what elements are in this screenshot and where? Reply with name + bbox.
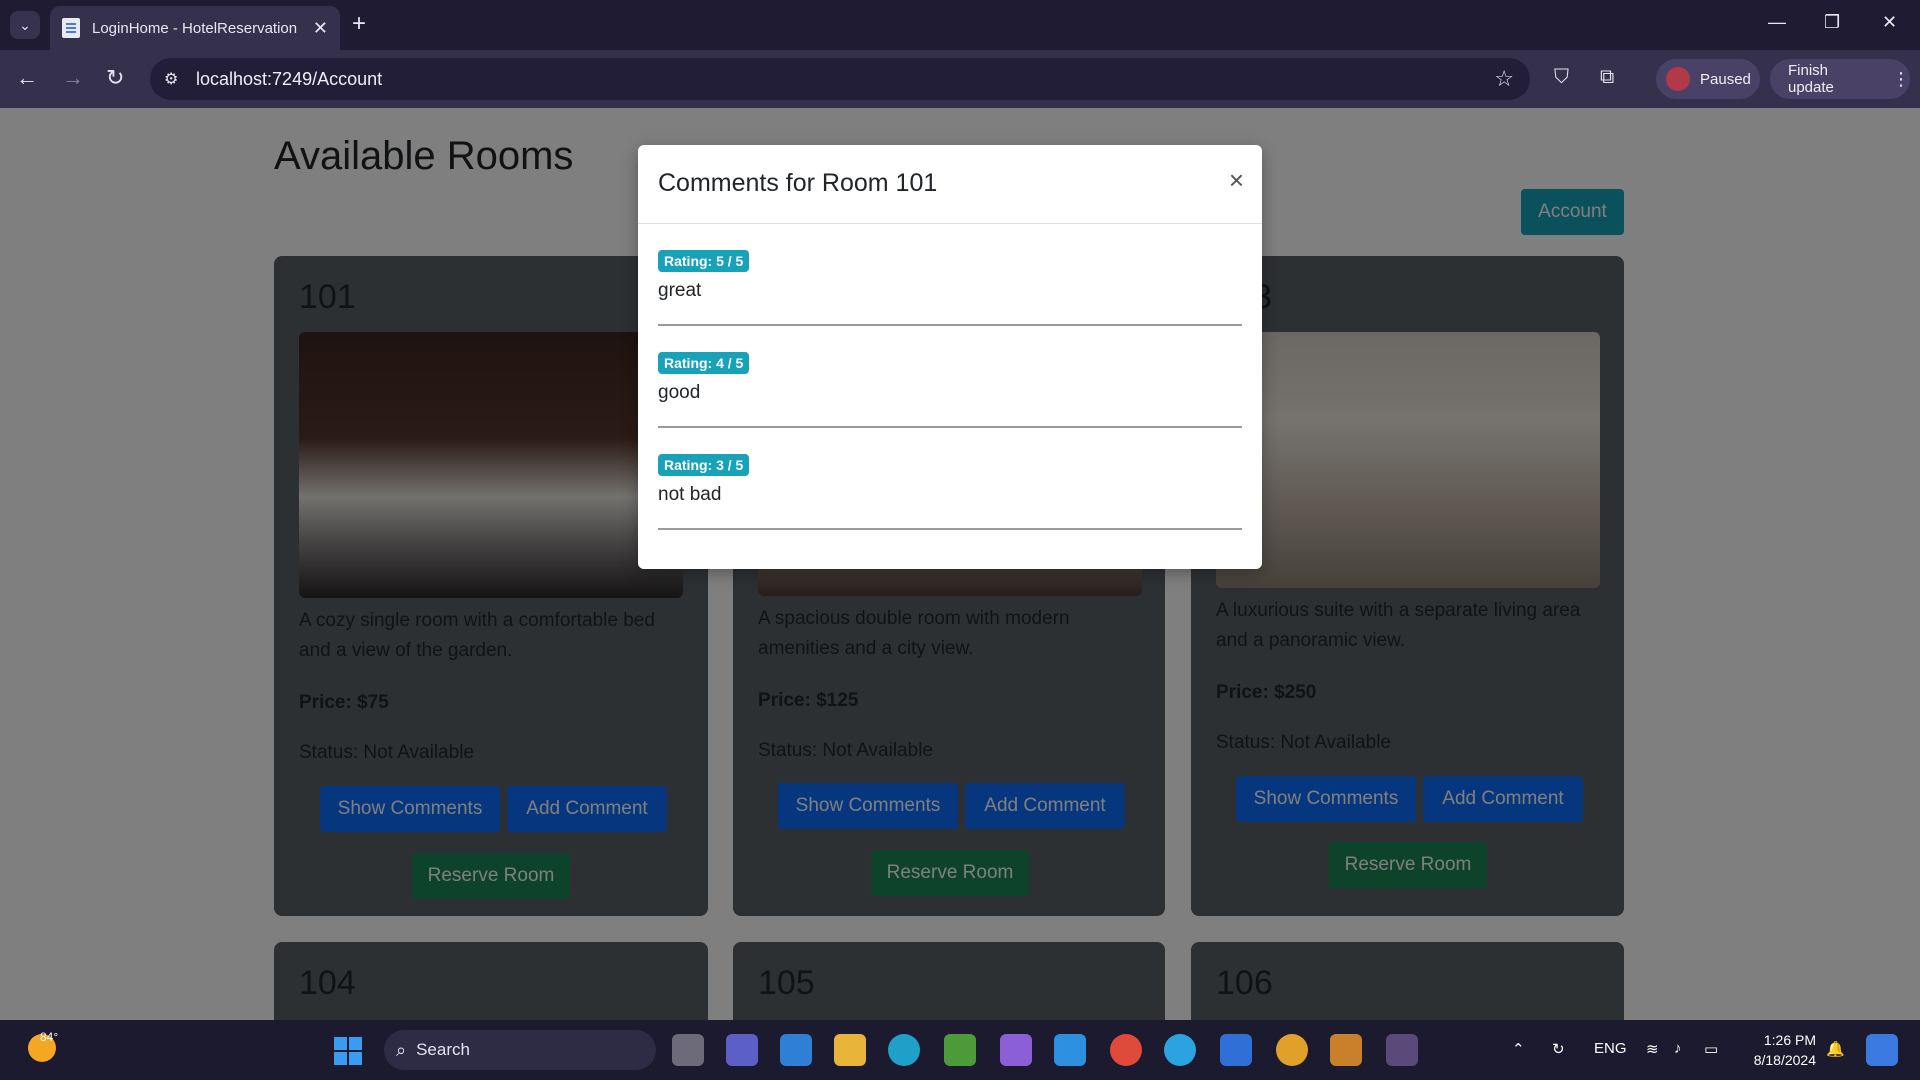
clock[interactable]: 1:26 PM 8/18/2024	[1740, 1030, 1816, 1070]
active-tab[interactable]: LoginHome - HotelReservation ✕	[50, 6, 340, 50]
shield-extension-icon[interactable]: ⛉	[1554, 66, 1569, 89]
close-icon[interactable]: ×	[1229, 167, 1244, 193]
copilot-icon[interactable]	[1866, 1034, 1898, 1066]
app-icon[interactable]	[944, 1034, 976, 1066]
taskbar-search[interactable]: ⌕ Search	[384, 1030, 656, 1070]
visual-studio-icon[interactable]	[1000, 1034, 1032, 1066]
edge-icon[interactable]	[888, 1034, 920, 1066]
page-favicon-icon	[62, 18, 80, 38]
comment-text: not bad	[658, 484, 722, 505]
search-icon: ⌕	[396, 1039, 407, 1060]
notification-bell-icon[interactable]: 🔔	[1826, 1040, 1845, 1058]
tab-close-icon[interactable]: ✕	[313, 18, 328, 39]
vscode-icon[interactable]	[1054, 1034, 1086, 1066]
profile-status: Paused	[1700, 70, 1751, 88]
tray-chevron-icon[interactable]: ⌃	[1512, 1040, 1525, 1058]
teams-icon[interactable]	[726, 1034, 758, 1066]
tab-title: LoginHome - HotelReservation	[92, 19, 298, 37]
minimize-icon[interactable]: —	[1768, 12, 1786, 33]
sync-icon[interactable]: ↻	[1552, 1040, 1565, 1058]
file-explorer-icon[interactable]	[834, 1034, 866, 1066]
tab-search-button[interactable]: ⌄	[10, 11, 40, 39]
new-tab-button[interactable]: +	[352, 10, 366, 38]
battery-icon[interactable]: ▭	[1704, 1040, 1718, 1058]
volume-icon[interactable]: ♪	[1674, 1040, 1682, 1057]
clock-time: 1:26 PM	[1763, 1032, 1816, 1048]
more-menu-icon[interactable]: ⋮	[1892, 69, 1910, 90]
finish-update-label: Finish update	[1788, 62, 1834, 96]
modal-title: Comments for Room 101	[658, 169, 938, 197]
modal-header: Comments for Room 101 ×	[638, 145, 1262, 224]
extensions-puzzle-icon[interactable]: ⧉	[1600, 66, 1614, 89]
avatar	[1666, 67, 1690, 91]
weather-temperature: 84°	[40, 1030, 59, 1044]
git-icon[interactable]	[1330, 1034, 1362, 1066]
forward-icon[interactable]: →	[62, 64, 84, 92]
reload-icon[interactable]: ↻	[106, 64, 124, 92]
rating-badge: Rating: 3 / 5	[658, 454, 750, 476]
telegram-icon[interactable]	[1164, 1034, 1196, 1066]
security-icon[interactable]	[1220, 1034, 1252, 1066]
address-bar[interactable]: ⚙ localhost:7249/Account ☆	[150, 58, 1530, 100]
restore-icon[interactable]: ❐	[1824, 12, 1840, 33]
windows-taskbar: 84° ⌕ Search ⌃ ↻ ENG ≋ ♪ ▭ 1:26 PM 8/18/…	[0, 1020, 1920, 1080]
store-icon[interactable]	[780, 1034, 812, 1066]
task-view-icon[interactable]	[672, 1034, 704, 1066]
terminal-icon[interactable]	[1386, 1034, 1418, 1066]
browser-toolbar: ← → ↻ ⚙ localhost:7249/Account ☆ ⛉ ⧉ Pau…	[0, 50, 1920, 108]
url-text[interactable]: localhost:7249/Account	[196, 69, 382, 90]
chrome-active-icon[interactable]	[1276, 1034, 1308, 1066]
comment-item: Rating: 4 / 5 good	[658, 326, 1242, 428]
start-button[interactable]	[334, 1037, 362, 1065]
browser-tab-bar: ⌄ LoginHome - HotelReservation ✕ + — ❐ ✕	[0, 0, 1920, 50]
language-indicator[interactable]: ENG	[1594, 1040, 1627, 1057]
comment-item: Rating: 5 / 5 great	[658, 224, 1242, 326]
profile-button[interactable]: Paused	[1656, 59, 1760, 99]
chrome-icon[interactable]	[1110, 1034, 1142, 1066]
site-info-icon[interactable]: ⚙	[164, 69, 178, 89]
bookmark-star-icon[interactable]: ☆	[1494, 66, 1514, 92]
search-placeholder: Search	[416, 1040, 470, 1059]
comment-text: good	[658, 382, 701, 403]
back-icon[interactable]: ←	[16, 64, 38, 92]
wifi-icon[interactable]: ≋	[1646, 1040, 1659, 1058]
rating-badge: Rating: 5 / 5	[658, 250, 750, 272]
rating-badge: Rating: 4 / 5	[658, 352, 750, 374]
clock-date: 8/18/2024	[1753, 1052, 1816, 1068]
finish-update-button[interactable]: Finish update ⋮	[1770, 59, 1910, 99]
comment-item: Rating: 3 / 5 not bad	[658, 428, 1242, 530]
comments-modal: Comments for Room 101 × Rating: 5 / 5 gr…	[638, 145, 1262, 569]
comment-text: great	[658, 280, 702, 301]
close-window-icon[interactable]: ✕	[1882, 12, 1897, 33]
